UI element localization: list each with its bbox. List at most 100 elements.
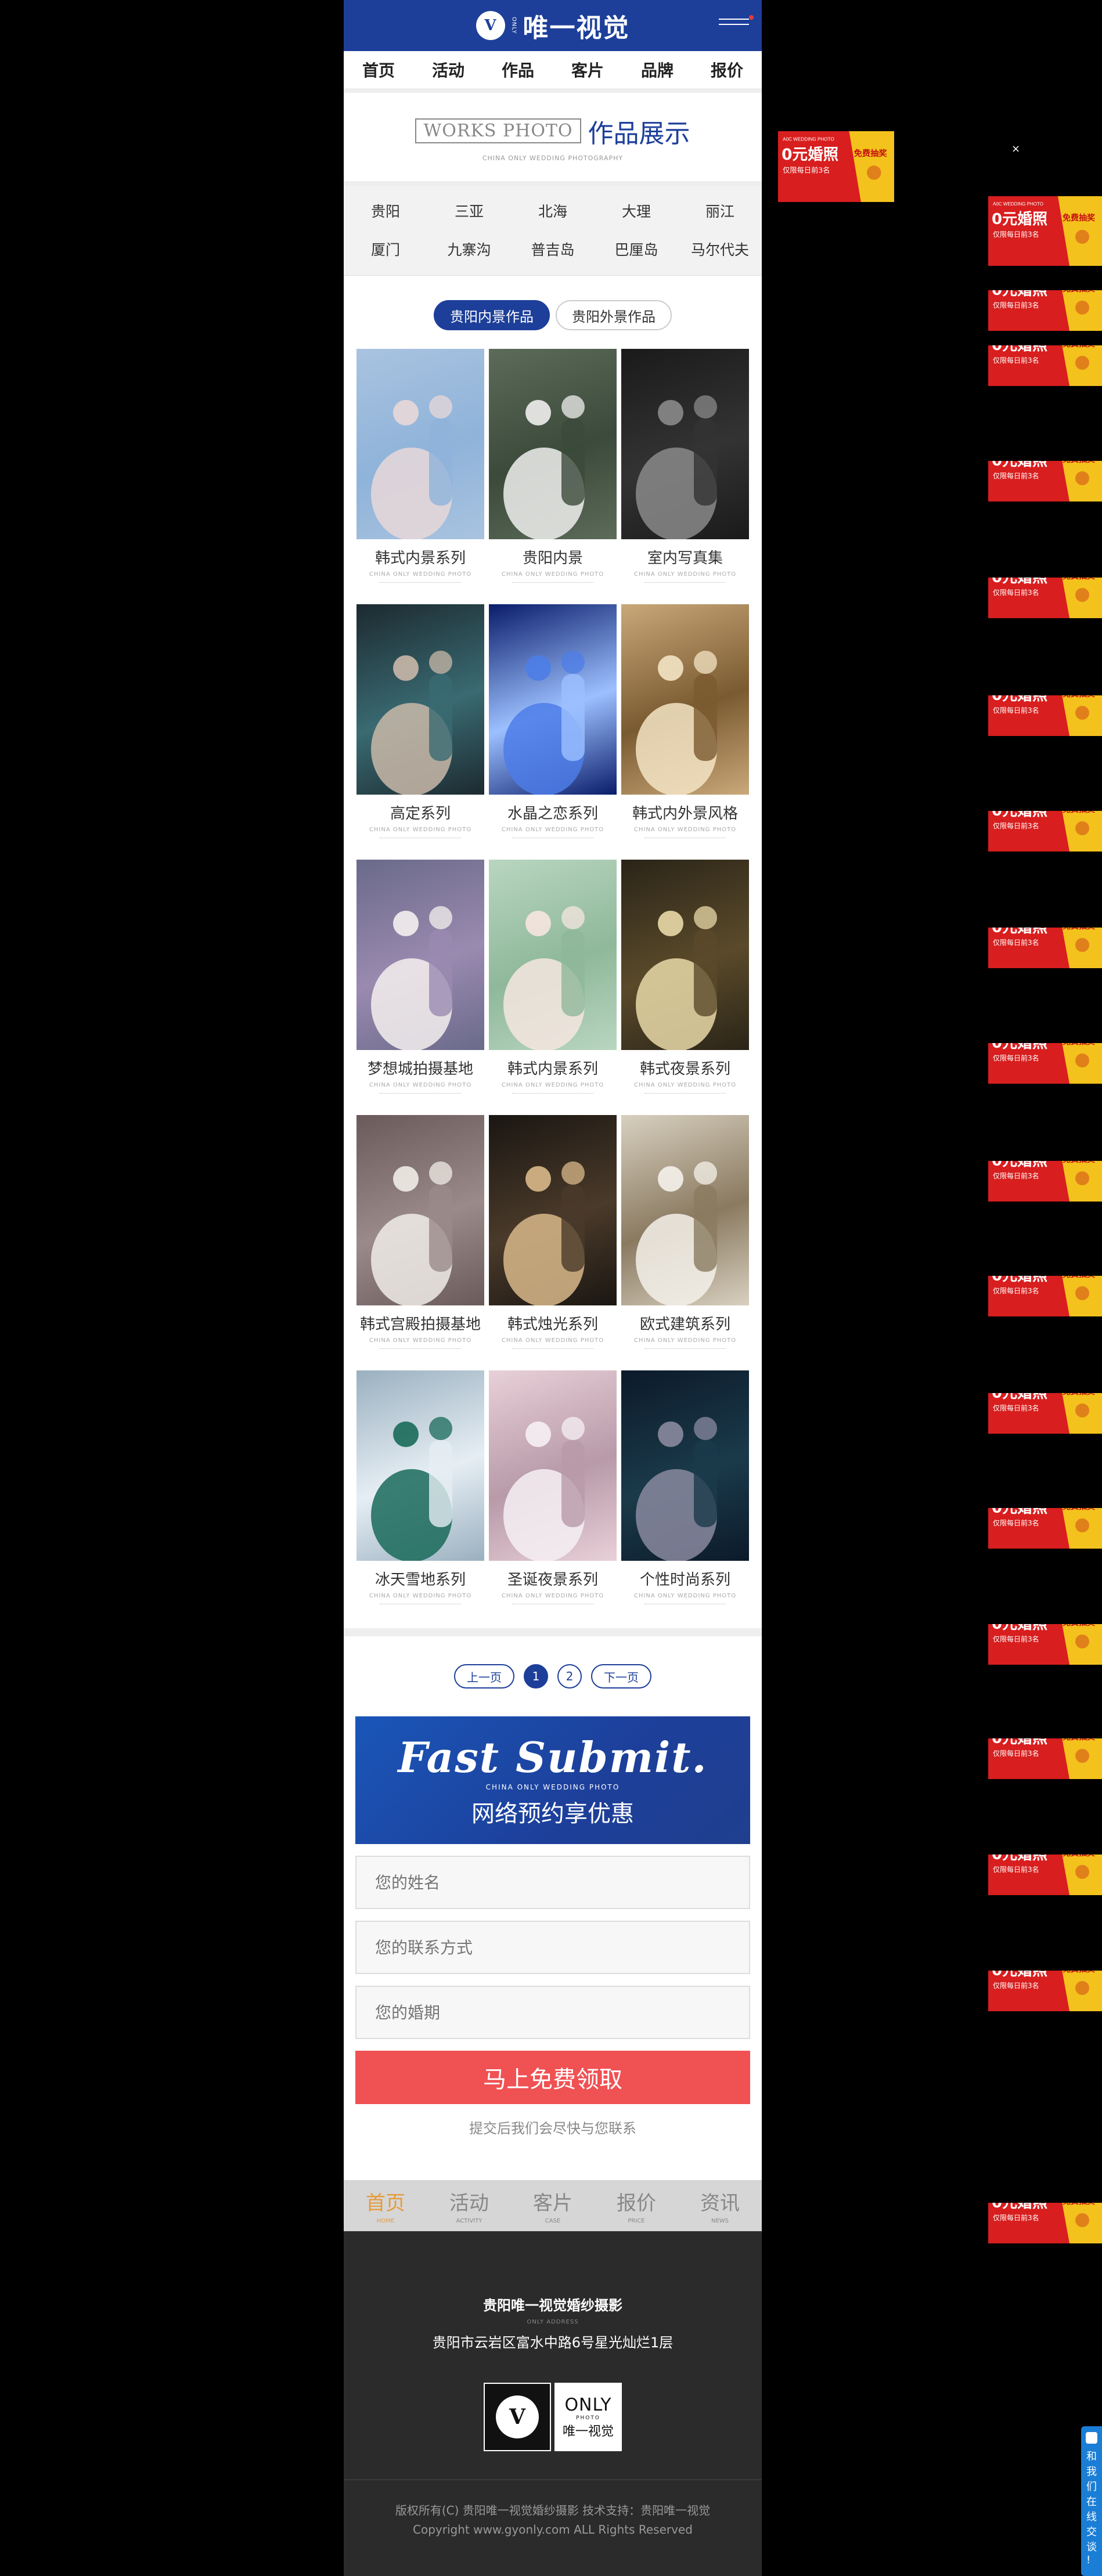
card-divider (512, 1093, 593, 1096)
svg-text:A0C WEDDING PHOTO: A0C WEDDING PHOTO (783, 136, 834, 142)
bottom-nav-case[interactable]: 客片 CASE (533, 2187, 572, 2224)
side-promo-ad[interactable]: A0C WEDDING PHOTO0元婚照仅限每日前3名免费抽奖 (988, 1276, 1102, 1316)
work-card[interactable]: 贵阳内景 CHINA ONLY WEDDING PHOTO (489, 349, 617, 604)
side-promo-ad[interactable]: A0C WEDDING PHOTO0元婚照仅限每日前3名免费抽奖 (988, 196, 1102, 266)
contact-field[interactable] (355, 1921, 750, 1974)
nav-item-cases[interactable]: 客片 (571, 58, 604, 81)
work-photo[interactable] (356, 1115, 484, 1305)
work-card[interactable]: 个性时尚系列 CHINA ONLY WEDDING PHOTO (621, 1370, 749, 1626)
city-link[interactable]: 大理 (595, 200, 678, 221)
city-link[interactable]: 马尔代夫 (678, 239, 762, 259)
svg-text:仅限每日前3名: 仅限每日前3名 (993, 1518, 1039, 1527)
work-card[interactable]: 韩式宫殿拍摄基地 CHINA ONLY WEDDING PHOTO (356, 1115, 484, 1370)
side-promo-ad[interactable]: A0C WEDDING PHOTO0元婚照仅限每日前3名免费抽奖 (988, 1971, 1102, 2011)
nav-item-price[interactable]: 报价 (711, 58, 743, 81)
work-subtitle: CHINA ONLY WEDDING PHOTO (633, 1082, 737, 1088)
online-chat-button[interactable]: 和我们在线交谈! (1081, 2426, 1102, 2576)
promo-ad-main[interactable]: A0C WEDDING PHOTO 0元婚照 仅限每日前3名 免费抽奖 (778, 131, 894, 202)
city-link[interactable]: 普吉岛 (511, 239, 595, 259)
side-promo-ad[interactable]: A0C WEDDING PHOTO0元婚照仅限每日前3名免费抽奖 (988, 1855, 1102, 1895)
city-link[interactable]: 三亚 (427, 200, 511, 221)
side-promo-ad[interactable]: A0C WEDDING PHOTO0元婚照仅限每日前3名免费抽奖 (988, 1393, 1102, 1434)
work-card[interactable]: 室内写真集 CHINA ONLY WEDDING PHOTO (621, 349, 749, 604)
side-promo-ad[interactable]: A0C WEDDING PHOTO0元婚照仅限每日前3名免费抽奖 (988, 1508, 1102, 1549)
svg-text:免费抽奖: 免费抽奖 (1063, 578, 1096, 581)
menu-icon[interactable] (719, 19, 749, 34)
work-photo[interactable] (356, 349, 484, 539)
tab-indoor-works[interactable]: 贵阳内景作品 (434, 300, 550, 330)
work-card[interactable]: 水晶之恋系列 CHINA ONLY WEDDING PHOTO (489, 604, 617, 860)
next-page-button[interactable]: 下一页 (591, 1664, 651, 1689)
work-photo[interactable] (356, 860, 484, 1050)
side-promo-ad[interactable]: A0C WEDDING PHOTO0元婚照仅限每日前3名免费抽奖 (988, 345, 1102, 386)
footer-logo-tag: PHOTO (576, 2415, 600, 2421)
side-promo-ad[interactable]: A0C WEDDING PHOTO0元婚照仅限每日前3名免费抽奖 (988, 2203, 1102, 2243)
work-photo[interactable] (621, 1115, 749, 1305)
side-promo-ad[interactable]: A0C WEDDING PHOTO0元婚照仅限每日前3名免费抽奖 (988, 1624, 1102, 1665)
svg-text:免费抽奖: 免费抽奖 (1063, 695, 1096, 699)
nav-item-activity[interactable]: 活动 (432, 58, 464, 81)
work-photo[interactable] (621, 604, 749, 795)
side-promo-ad[interactable]: A0C WEDDING PHOTO0元婚照仅限每日前3名免费抽奖 (988, 1738, 1102, 1779)
card-divider (512, 1604, 593, 1607)
work-card[interactable]: 韩式内景系列 CHINA ONLY WEDDING PHOTO (356, 349, 484, 604)
prev-page-button[interactable]: 上一页 (454, 1664, 514, 1689)
work-photo[interactable] (356, 604, 484, 795)
side-promo-ad[interactable]: A0C WEDDING PHOTO0元婚照仅限每日前3名免费抽奖 (988, 461, 1102, 502)
work-card[interactable]: 韩式内景系列 CHINA ONLY WEDDING PHOTO (489, 860, 617, 1115)
works-title-en: WORKS PHOTO (415, 118, 581, 143)
nav-item-home[interactable]: 首页 (362, 58, 395, 81)
bottom-nav-home[interactable]: 首页 HOME (366, 2187, 405, 2224)
footer-company: 贵阳唯一视觉婚纱摄影 (483, 2297, 622, 2314)
city-link[interactable]: 九寨沟 (427, 239, 511, 259)
work-photo[interactable] (489, 860, 617, 1050)
city-link[interactable]: 丽江 (678, 200, 762, 221)
svg-text:0元婚照: 0元婚照 (992, 211, 1047, 228)
city-link[interactable]: 厦门 (344, 239, 427, 259)
tab-outdoor-works[interactable]: 贵阳外景作品 (556, 300, 672, 330)
work-card[interactable]: 圣诞夜景系列 CHINA ONLY WEDDING PHOTO (489, 1370, 617, 1626)
logo[interactable]: V ONLY 唯一视觉 (476, 7, 630, 44)
work-photo[interactable] (621, 1370, 749, 1561)
side-promo-ad[interactable]: A0C WEDDING PHOTO0元婚照仅限每日前3名免费抽奖 (988, 1043, 1102, 1084)
page-button-1[interactable]: 1 (524, 1664, 548, 1689)
nav-item-brand[interactable]: 品牌 (641, 58, 674, 81)
bottom-nav-activity[interactable]: 活动 ACTIVITY (449, 2187, 489, 2224)
page-button-2[interactable]: 2 (557, 1664, 582, 1689)
side-promo-ad[interactable]: A0C WEDDING PHOTO0元婚照仅限每日前3名免费抽奖 (988, 1161, 1102, 1202)
city-link[interactable]: 贵阳 (344, 200, 427, 221)
side-promo-ad[interactable]: A0C WEDDING PHOTO0元婚照仅限每日前3名免费抽奖 (988, 811, 1102, 852)
work-photo[interactable] (621, 349, 749, 539)
side-promo-ad[interactable]: A0C WEDDING PHOTO0元婚照仅限每日前3名免费抽奖 (988, 578, 1102, 618)
work-photo[interactable] (489, 349, 617, 539)
svg-text:仅限每日前3名: 仅限每日前3名 (993, 938, 1039, 947)
work-card[interactable]: 韩式内外景风格 CHINA ONLY WEDDING PHOTO (621, 604, 749, 860)
svg-text:免费抽奖: 免费抽奖 (1063, 928, 1096, 931)
work-photo[interactable] (489, 1115, 617, 1305)
work-card[interactable]: 欧式建筑系列 CHINA ONLY WEDDING PHOTO (621, 1115, 749, 1370)
city-link[interactable]: 北海 (511, 200, 595, 221)
work-card[interactable]: 梦想城拍摄基地 CHINA ONLY WEDDING PHOTO (356, 860, 484, 1115)
work-card[interactable]: 冰天雪地系列 CHINA ONLY WEDDING PHOTO (356, 1370, 484, 1626)
side-promo-ad[interactable]: A0C WEDDING PHOTO0元婚照仅限每日前3名免费抽奖 (988, 928, 1102, 968)
work-photo[interactable] (356, 1370, 484, 1561)
work-photo[interactable] (489, 1370, 617, 1561)
work-card[interactable]: 韩式烛光系列 CHINA ONLY WEDDING PHOTO (489, 1115, 617, 1370)
submit-button[interactable]: 马上免费领取 (355, 2051, 750, 2104)
name-field[interactable] (355, 1856, 750, 1909)
nav-item-works[interactable]: 作品 (502, 58, 534, 81)
bottom-nav-news[interactable]: 资讯 NEWS (700, 2187, 740, 2224)
work-card[interactable]: 高定系列 CHINA ONLY WEDDING PHOTO (356, 604, 484, 860)
side-promo-ad[interactable]: A0C WEDDING PHOTO0元婚照仅限每日前3名免费抽奖 (988, 290, 1102, 331)
city-link[interactable]: 巴厘岛 (595, 239, 678, 259)
bottom-nav-price[interactable]: 报价 PRICE (617, 2187, 656, 2224)
work-photo[interactable] (489, 604, 617, 795)
side-promo-ad[interactable]: A0C WEDDING PHOTO0元婚照仅限每日前3名免费抽奖 (988, 695, 1102, 736)
svg-text:免费抽奖: 免费抽奖 (1063, 461, 1096, 464)
work-card[interactable]: 韩式夜景系列 CHINA ONLY WEDDING PHOTO (621, 860, 749, 1115)
close-ad-icon[interactable]: × (1011, 143, 1020, 155)
svg-text:仅限每日前3名: 仅限每日前3名 (993, 1749, 1039, 1758)
wedding-date-field[interactable] (355, 1986, 750, 2039)
work-photo[interactable] (621, 860, 749, 1050)
bottom-nav-label: 客片 (533, 2192, 572, 2215)
